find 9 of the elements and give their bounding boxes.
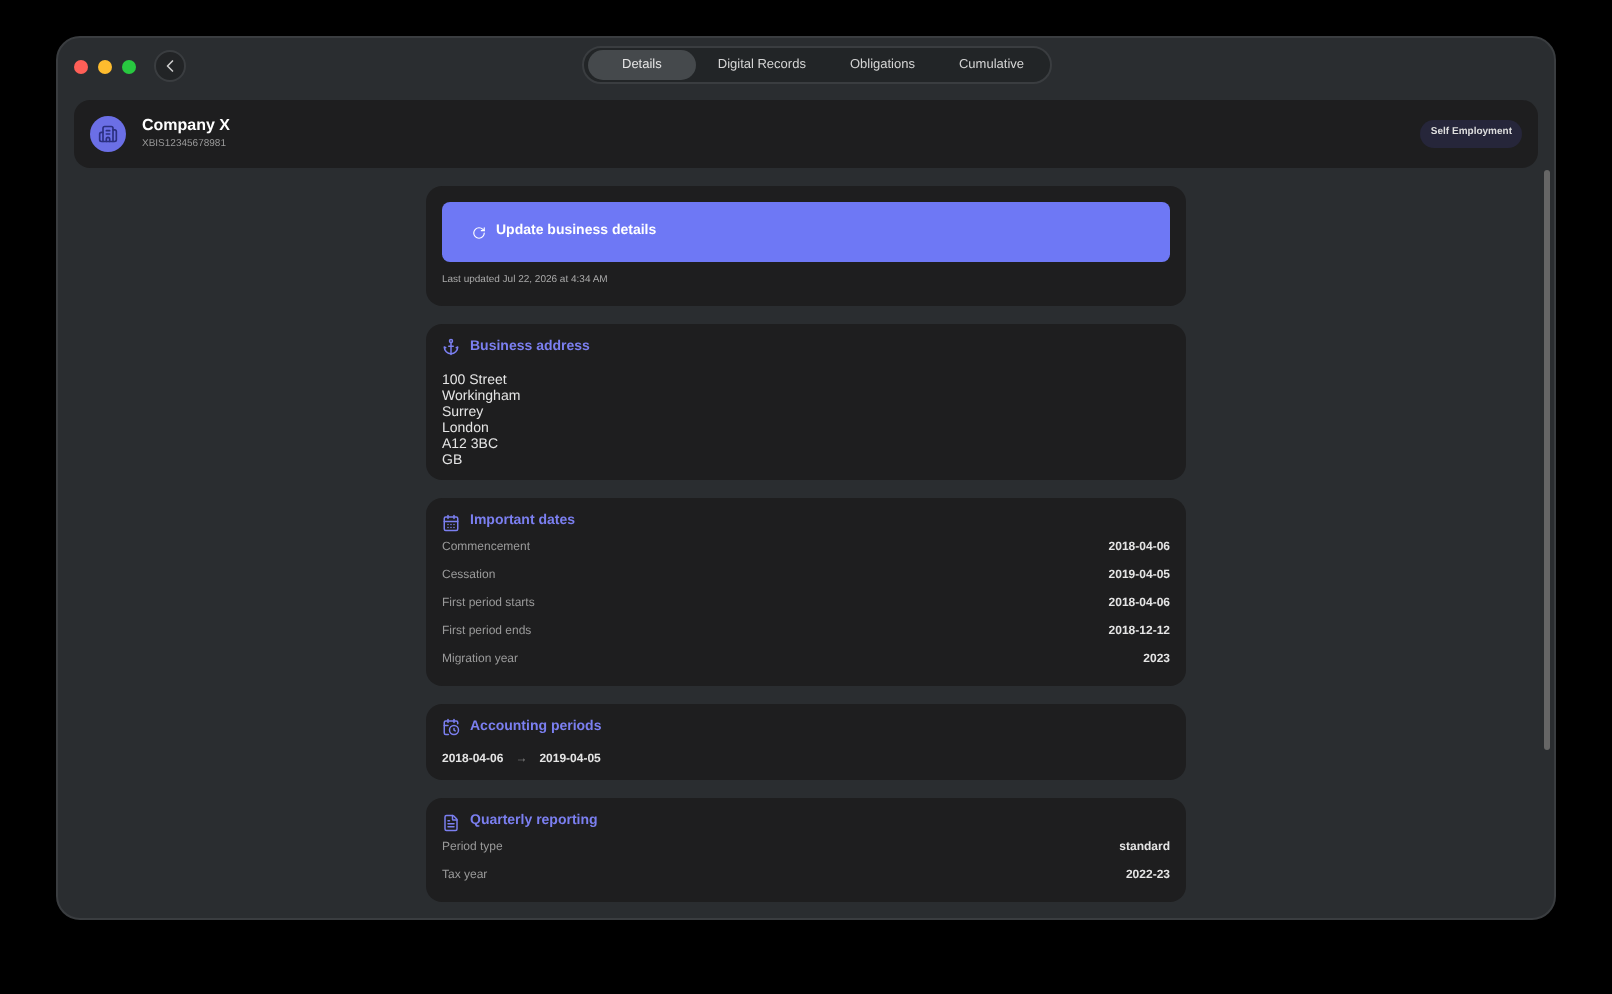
section-icon (442, 718, 460, 737)
section-icon (442, 338, 460, 357)
back-button[interactable] (154, 50, 186, 82)
section-icon (442, 813, 460, 832)
section-icon (442, 513, 460, 532)
business-name: Company X (142, 116, 231, 136)
refresh-icon (472, 225, 486, 239)
building-icon (98, 124, 118, 144)
scrollbar[interactable] (1544, 170, 1550, 750)
